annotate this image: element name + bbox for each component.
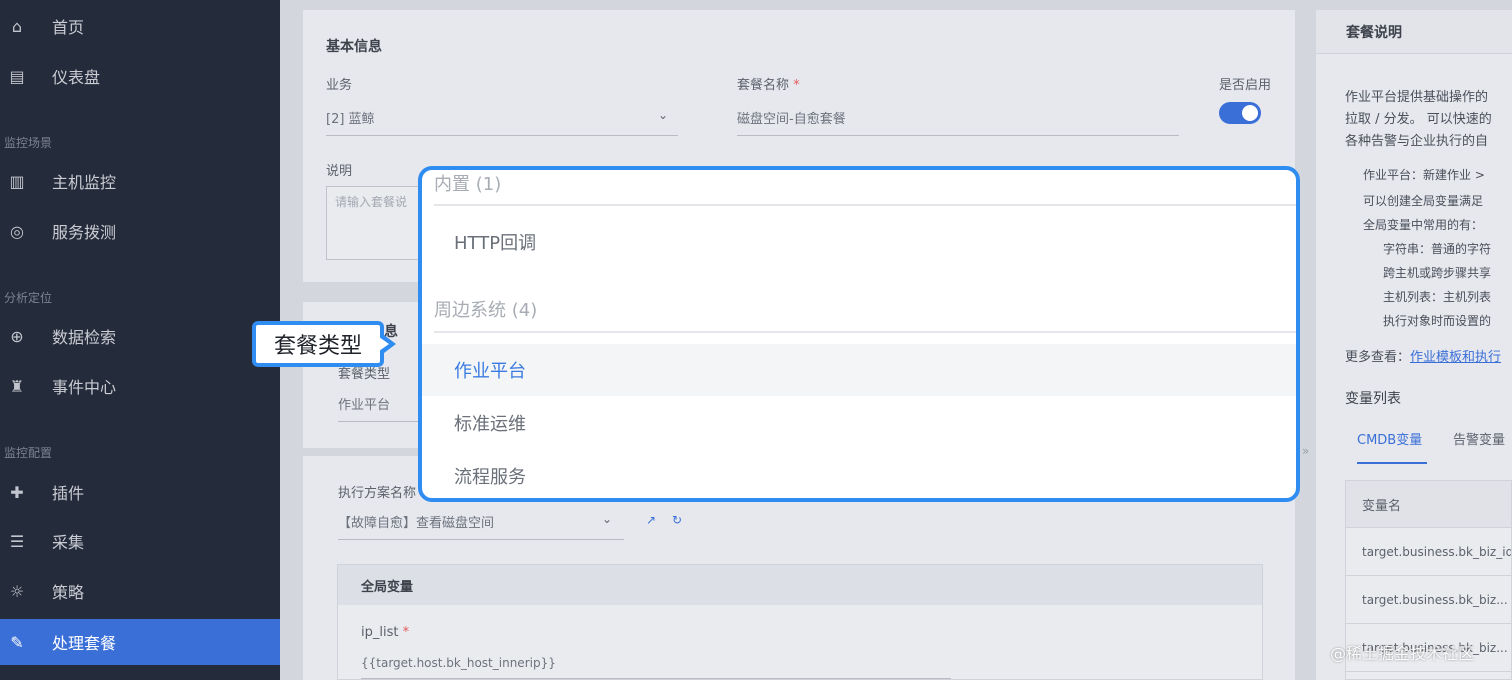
more-link[interactable]: 作业模板和执行 [1410, 350, 1501, 365]
sidebar-item-label: 服务拨测 [52, 223, 117, 242]
more-prefix: 更多查看： [1345, 350, 1411, 365]
dashboard-icon: ▤ [9, 66, 25, 86]
search-icon: ⊕ [10, 326, 24, 346]
sidebar-item-label: 事件中心 [52, 378, 117, 397]
required-mark: * [402, 625, 410, 640]
option-itsm[interactable]: 流程服务 [422, 450, 1296, 498]
global-vars-header [338, 565, 1262, 605]
intro-line-3: 各种告警与企业执行的自 [1345, 134, 1489, 149]
refresh-icon[interactable]: ↻ [672, 513, 682, 527]
group-divider [434, 204, 1296, 206]
nav-group-label: 分析定位 [4, 291, 53, 305]
chevron-down-icon: ⌄ [602, 512, 613, 526]
package-name-value: 磁盘空间-自愈套餐 [737, 112, 846, 127]
probe-icon: ◎ [10, 221, 24, 241]
enable-label: 是否启用 [1219, 78, 1272, 93]
option-job-platform[interactable]: 作业平台 [422, 344, 1296, 396]
intro-line-1: 作业平台提供基础操作的 [1345, 90, 1489, 105]
sidebar-item-host-monitor[interactable]: ▥ 主机监控 [0, 158, 280, 204]
sidebar-item-data-search[interactable]: ⊕ 数据检索 [0, 313, 280, 359]
package-name-label: 套餐名称 * [737, 74, 800, 93]
external-link-icon[interactable]: ↗ [646, 513, 656, 527]
sidebar-item-plugin[interactable]: ✚ 插件 [0, 469, 280, 515]
option-standard-ops[interactable]: 标准运维 [422, 397, 1296, 449]
package-type-value: 作业平台 [338, 398, 391, 413]
step-line-4: 字符串：普通的字符 [1383, 242, 1492, 256]
plan-name-select[interactable]: 【故障自愈】查看磁盘空间 [338, 512, 624, 540]
sidebar-item-collect[interactable]: ☰ 采集 [0, 518, 280, 564]
intro-line-2: 拉取 / 分发。 可以快速的 [1345, 112, 1492, 127]
right-panel-title: 套餐说明 [1346, 25, 1402, 41]
collect-icon: ☰ [9, 531, 25, 551]
group-divider [434, 331, 1296, 333]
sidebar-item-label: 仪表盘 [52, 68, 101, 87]
package-name-label-text: 套餐名称 [737, 78, 790, 93]
host-icon: ▥ [9, 171, 25, 191]
callout-pointer-inner [379, 337, 389, 351]
more-info: 更多查看：作业模板和执行 [1345, 346, 1501, 365]
sidebar-item-label: 采集 [52, 533, 85, 552]
sidebar-item-probe[interactable]: ◎ 服务拨测 [0, 208, 280, 254]
business-value: [2] 蓝鲸 [326, 112, 375, 127]
var-name-label: ip_list * [361, 625, 409, 640]
plan-name-value: 【故障自愈】查看磁盘空间 [338, 516, 495, 531]
tab-cmdb-vars[interactable]: CMDB变量 [1357, 429, 1422, 448]
table-header: 变量名 [1346, 481, 1511, 528]
global-vars-title: 全局变量 [361, 580, 414, 595]
var-value: {{target.host.bk_host_innerip}} [361, 656, 556, 670]
nav-group-label: 监控配置 [4, 446, 53, 460]
table-row[interactable]: target.business.bk_biz... [1346, 577, 1511, 624]
description-textarea[interactable]: 请输入套餐说 [326, 186, 426, 260]
callout-label: 套餐类型 [252, 321, 384, 367]
package-type-select[interactable]: 作业平台 [338, 394, 420, 422]
sidebar: ⌂ 首页 ▤ 仪表盘 监控场景 ▥ 主机监控 ◎ 服务拨测 分析定位 ⊕ 数据检… [0, 0, 280, 680]
sidebar-item-label: 处理套餐 [52, 634, 117, 653]
active-tab-indicator [1357, 462, 1427, 464]
sidebar-item-home[interactable]: ⌂ 首页 [0, 3, 280, 49]
option-http-callback[interactable]: HTTP回调 [422, 216, 1296, 268]
wrench-icon: ✎ [10, 632, 24, 652]
group-header-peripheral: 周边系统 (4) [434, 300, 538, 321]
step-line-6: 主机列表：主机列表 [1383, 290, 1492, 304]
description-placeholder: 请输入套餐说 [335, 195, 408, 209]
sidebar-item-action-package[interactable]: ✎ 处理套餐 [0, 619, 280, 665]
tab-alarm-vars[interactable]: 告警变量 [1453, 429, 1505, 448]
sidebar-item-event-center[interactable]: ♜ 事件中心 [0, 363, 280, 409]
package-type-dropdown: 内置 (1) HTTP回调 周边系统 (4) 作业平台 标准运维 流程服务 [418, 166, 1300, 502]
enable-toggle[interactable] [1219, 102, 1261, 124]
group-header-builtin: 内置 (1) [434, 174, 502, 195]
table-row[interactable]: target.business.bk_biz_id [1346, 529, 1511, 576]
step-line-1: 作业平台：新建作业 > [1363, 168, 1485, 182]
step-line-3: 全局变量中常用的有： [1363, 218, 1484, 232]
alarm-icon: ♜ [9, 376, 25, 396]
vars-list-title: 变量列表 [1345, 391, 1401, 407]
sidebar-item-strategy[interactable]: ☼ 策略 [0, 568, 280, 614]
plan-name-label: 执行方案名称 [338, 486, 417, 501]
chevron-down-icon: ⌄ [658, 108, 669, 122]
step-line-7: 执行对象时而设置的 [1383, 314, 1492, 328]
description-label: 说明 [326, 164, 353, 179]
var-value-input[interactable]: {{target.host.bk_host_innerip}} [361, 656, 951, 679]
home-icon: ⌂ [11, 16, 23, 36]
collapse-panel-icon[interactable]: » [1302, 444, 1309, 458]
sidebar-item-label: 主机监控 [52, 173, 117, 192]
sidebar-item-label: 策略 [52, 583, 85, 602]
business-label: 业务 [326, 78, 353, 93]
nav-group-label: 监控场景 [4, 136, 53, 150]
sidebar-item-label: 插件 [52, 484, 85, 503]
plugin-icon: ✚ [10, 482, 24, 502]
package-name-input[interactable]: 磁盘空间-自愈套餐 [737, 108, 1179, 136]
var-name-text: ip_list [361, 625, 399, 640]
business-select[interactable]: [2] 蓝鲸 [326, 108, 678, 136]
required-mark: * [793, 78, 800, 93]
bulb-icon: ☼ [9, 581, 25, 601]
callout-text: 套餐类型 [273, 334, 362, 359]
sidebar-item-label: 数据检索 [52, 328, 117, 347]
basic-info-title: 基本信息 [326, 39, 382, 55]
step-line-2: 可以创建全局变量满足 [1363, 194, 1484, 208]
sidebar-item-dashboard[interactable]: ▤ 仪表盘 [0, 53, 280, 99]
sidebar-item-label: 首页 [52, 18, 85, 37]
watermark: @稀土掘金技术社区 [1330, 644, 1475, 663]
step-line-5: 跨主机或跨步骤共享 [1383, 266, 1492, 280]
